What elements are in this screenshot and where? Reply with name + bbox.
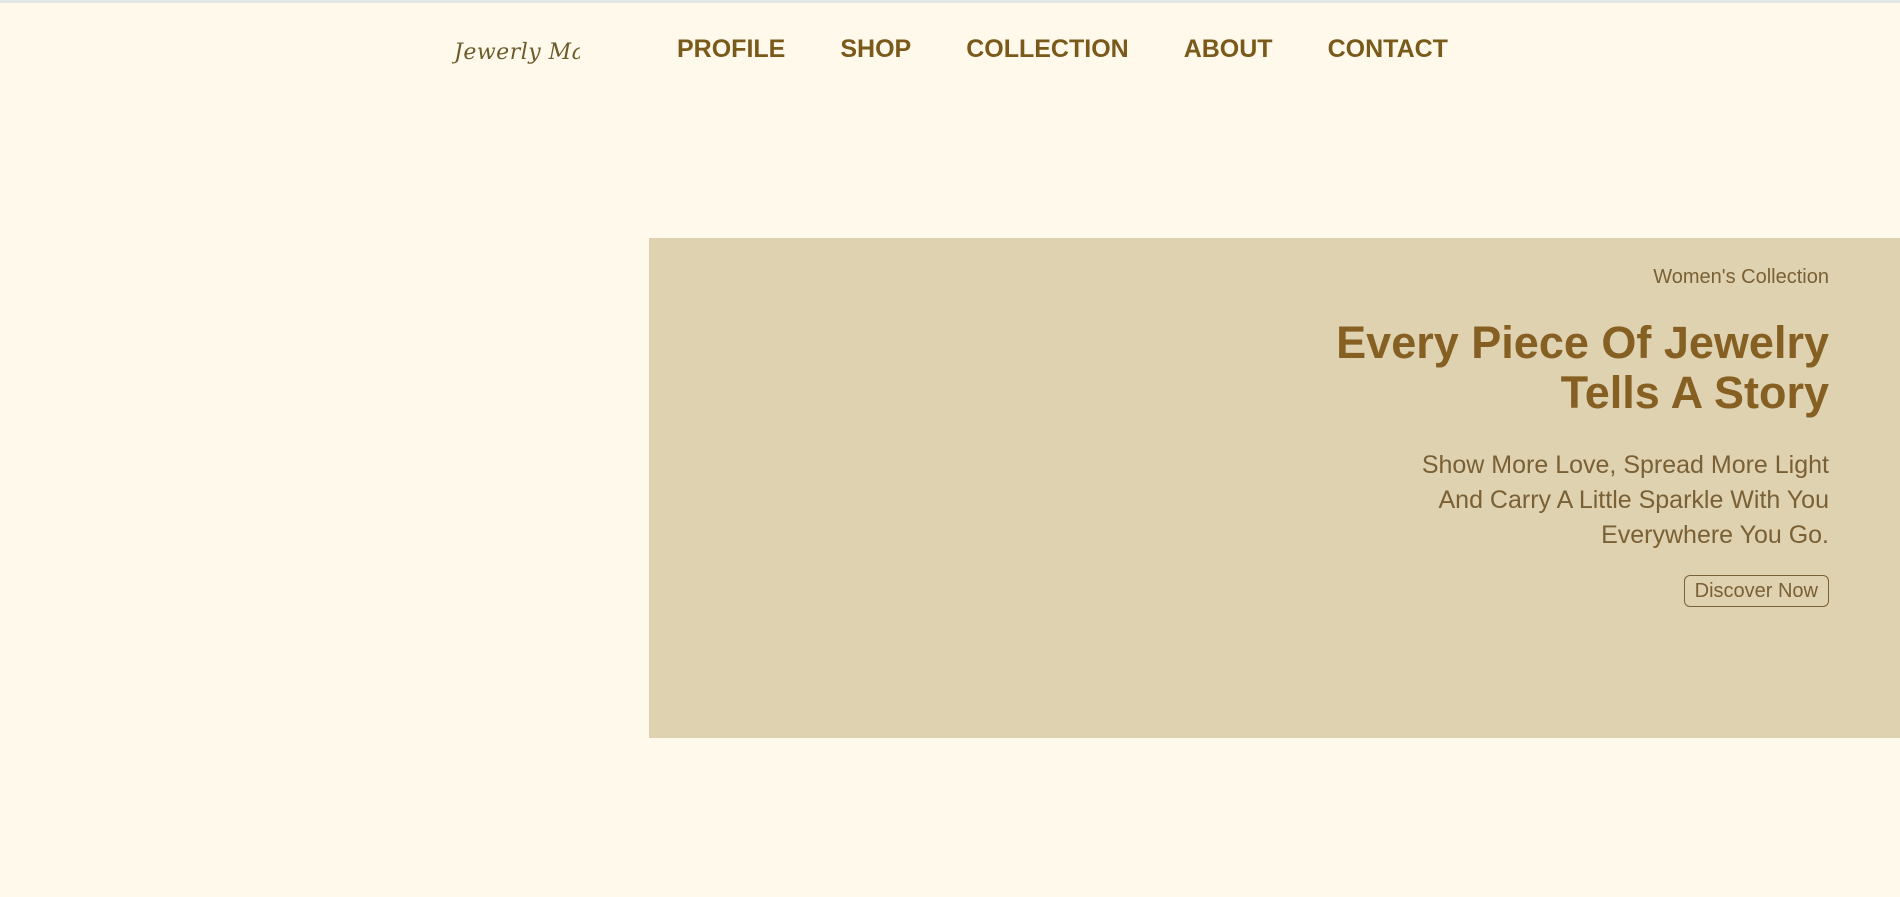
hero-content: Women's Collection Every Piece Of Jewelr…: [1129, 266, 1829, 607]
main-nav: PROFILE SHOP COLLECTION ABOUT CONTACT: [677, 34, 1448, 64]
nav-profile[interactable]: PROFILE: [677, 34, 785, 64]
logo-image: Jewerly Mall: [452, 40, 580, 65]
logo[interactable]: Jewerly Mall: [452, 31, 580, 71]
hero-banner: Women's Collection Every Piece Of Jewelr…: [649, 238, 1900, 738]
nav-collection[interactable]: COLLECTION: [966, 34, 1129, 64]
hero-headline: Every Piece Of Jewelry Tells A Story: [1129, 318, 1829, 418]
hero-subtext: Show More Love, Spread More Light And Ca…: [1129, 448, 1829, 553]
nav-about[interactable]: ABOUT: [1184, 34, 1273, 64]
site-header: Jewerly Mall PROFILE SHOP COLLECTION ABO…: [0, 0, 1900, 100]
discover-now-button[interactable]: Discover Now: [1683, 575, 1829, 607]
nav-contact[interactable]: CONTACT: [1328, 34, 1448, 64]
logo-text: Jewerly Mall: [452, 40, 580, 65]
hero-subtext-line-1: Show More Love, Spread More Light: [1421, 451, 1829, 479]
hero-eyebrow: Women's Collection: [1653, 266, 1829, 288]
hero-headline-line-2: Tells A Story: [1560, 367, 1829, 418]
hero-headline-line-1: Every Piece Of Jewelry: [1336, 317, 1829, 368]
nav-shop[interactable]: SHOP: [840, 34, 911, 64]
hero-subtext-line-2: And Carry A Little Sparkle With You: [1438, 486, 1830, 514]
hero-subtext-line-3: Everywhere You Go.: [1601, 521, 1829, 549]
